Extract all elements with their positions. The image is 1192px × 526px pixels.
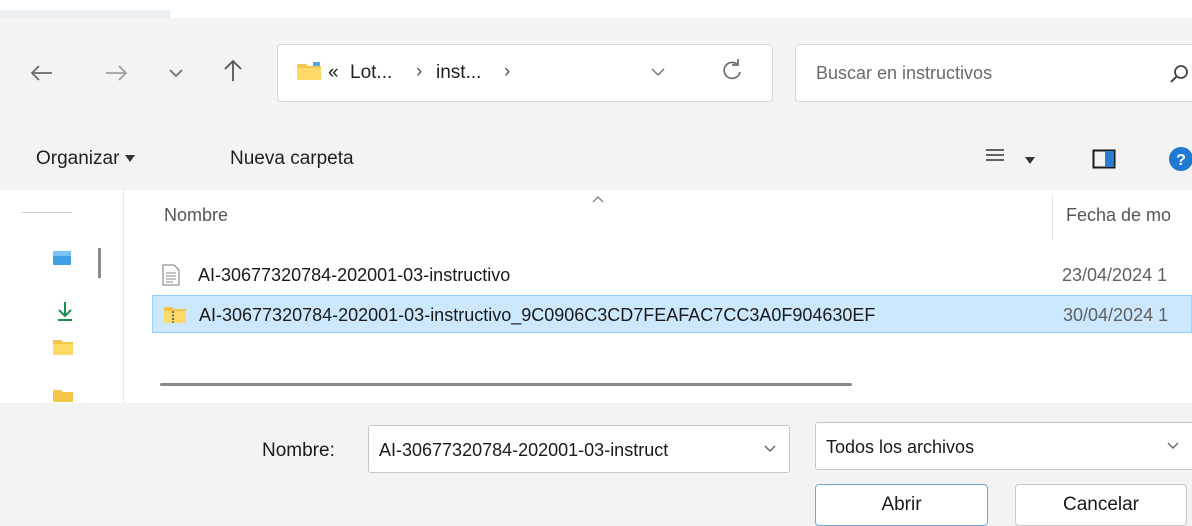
sort-ascending-icon: [591, 191, 605, 207]
file-type-select[interactable]: Todos los archivos: [815, 422, 1192, 470]
address-dropdown-button[interactable]: [650, 65, 666, 84]
chevron-down-icon: [1167, 442, 1179, 449]
help-button[interactable]: ?: [1168, 146, 1192, 178]
zip-folder-icon: [164, 307, 186, 323]
file-date: 23/04/2024 1: [1062, 265, 1168, 285]
desktop-icon[interactable]: [52, 250, 72, 266]
cancel-button[interactable]: Cancelar: [1015, 484, 1187, 526]
breadcrumb-separator[interactable]: ›: [416, 61, 422, 83]
back-button[interactable]: [28, 58, 54, 90]
text-file-icon: [162, 264, 180, 286]
chevron-down-icon: [169, 69, 183, 78]
organize-menu[interactable]: Organizar: [36, 148, 136, 170]
caret-down-icon: [125, 155, 136, 163]
help-icon: ?: [1169, 147, 1192, 171]
download-icon[interactable]: [56, 300, 74, 322]
folder-icon[interactable]: [52, 338, 74, 356]
top-strip-edge: [0, 10, 170, 18]
refresh-icon: [723, 59, 741, 80]
search-input[interactable]: Buscar en instructivos: [816, 63, 992, 84]
forward-button[interactable]: [104, 58, 130, 90]
list-view-icon: [986, 149, 1004, 161]
column-header-date[interactable]: Fecha de mo: [1066, 205, 1171, 226]
top-strip: [0, 0, 1192, 18]
caret-down-icon: [1025, 157, 1036, 165]
column-divider[interactable]: [1052, 196, 1053, 240]
nav-divider: [22, 212, 72, 213]
new-folder-button[interactable]: Nueva carpeta: [230, 148, 354, 170]
refresh-button[interactable]: [720, 58, 744, 91]
search-icon[interactable]: [1168, 63, 1190, 85]
file-date: 30/04/2024 1: [1063, 305, 1169, 325]
file-name-label: Nombre:: [262, 440, 335, 461]
horizontal-scrollbar[interactable]: [160, 383, 852, 386]
help-glyph: ?: [1176, 152, 1186, 169]
file-type-value: Todos los archivos: [826, 437, 975, 457]
breadcrumb-overflow[interactable]: «: [328, 62, 339, 84]
preview-pane-button[interactable]: [1092, 148, 1116, 176]
breadcrumb-separator[interactable]: ›: [504, 61, 510, 83]
file-name-input[interactable]: AI-30677320784-202001-03-instruct: [379, 440, 749, 461]
arrow-up-icon: [224, 59, 242, 81]
file-name: AI-30677320784-202001-03-instructivo_9C0…: [199, 305, 876, 325]
recent-locations-button[interactable]: [168, 58, 184, 90]
organize-label: Organizar: [36, 148, 120, 169]
nav-scrollbar[interactable]: [98, 248, 101, 278]
folder-icon: [297, 62, 321, 80]
column-header-name[interactable]: Nombre: [164, 205, 228, 226]
navigation-pane: [0, 190, 124, 403]
address-bar[interactable]: « Lot... › inst... ›: [277, 44, 773, 102]
file-row-selected[interactable]: AI-30677320784-202001-03-instructivo_9C0…: [152, 295, 1192, 333]
folder-icon[interactable]: [52, 388, 74, 402]
file-name: AI-30677320784-202001-03-instructivo: [198, 265, 511, 285]
search-box[interactable]: Buscar en instructivos: [795, 44, 1192, 102]
arrow-left-icon: [30, 65, 52, 81]
chevron-down-icon: [651, 68, 665, 77]
breadcrumb-inst[interactable]: inst...: [436, 62, 481, 84]
view-options-button[interactable]: [984, 146, 1036, 172]
up-button[interactable]: [222, 58, 244, 90]
open-button[interactable]: Abrir: [815, 484, 988, 526]
preview-pane-icon: [1092, 149, 1116, 169]
chevron-down-icon[interactable]: [763, 442, 777, 456]
breadcrumb-lot[interactable]: Lot...: [350, 62, 392, 84]
file-row[interactable]: AI-30677320784-202001-03-instructivo 23/…: [152, 256, 1192, 294]
arrow-right-icon: [106, 65, 128, 81]
file-name-combobox[interactable]: AI-30677320784-202001-03-instruct: [368, 425, 790, 473]
